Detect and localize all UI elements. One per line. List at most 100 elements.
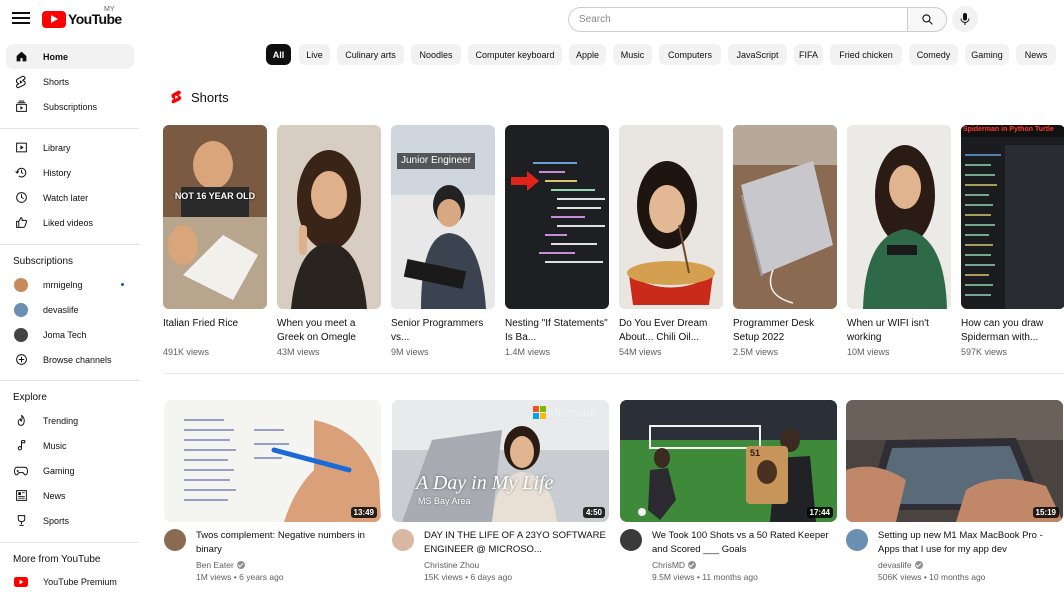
sidebar-item-subscriptions[interactable]: Subscriptions — [6, 94, 134, 119]
channel-avatar[interactable] — [392, 529, 414, 551]
short-views: 2.5M views — [733, 347, 779, 357]
video-card[interactable]: 51 17:44 We Took 100 Shots vs a 50 Rated… — [620, 400, 837, 582]
short-thumbnail[interactable] — [733, 125, 837, 309]
view-count: 15K views — [424, 572, 463, 582]
sidebar-item-library[interactable]: Library — [6, 135, 134, 160]
short-title[interactable]: How can you draw Spiderman with... — [961, 317, 1064, 345]
short-thumbnail[interactable] — [505, 125, 609, 309]
sidebar-item-music[interactable]: Music — [6, 433, 134, 458]
video-title[interactable]: We Took 100 Shots vs a 50 Rated Keeper a… — [652, 529, 837, 557]
short-card[interactable]: NOT 16 YEAR OLD Italian Fried Rice 491K … — [163, 125, 267, 357]
short-title[interactable]: Programmer Desk Setup 2022 — [733, 317, 837, 345]
channel-name[interactable]: devaslife — [878, 560, 912, 570]
sidebar-item-label: YouTube Premium — [43, 576, 117, 587]
video-thumbnail[interactable]: 13:49 — [164, 400, 381, 522]
chip-fried-chicken[interactable]: Fried chicken — [830, 44, 902, 65]
sidebar-item-history[interactable]: History — [6, 160, 134, 185]
sidebar-item-label: Library — [43, 142, 71, 153]
video-thumbnail[interactable]: Microsoft A Day in My Life MS Bay Area 4… — [392, 400, 609, 522]
sidebar-item-gaming[interactable]: Gaming — [6, 458, 134, 483]
trending-icon — [14, 414, 28, 428]
sidebar-divider — [0, 244, 139, 245]
chip-live[interactable]: Live — [299, 44, 330, 65]
short-title[interactable]: When ur WIFI isn't working — [847, 317, 951, 345]
channel-name[interactable]: Ben Eater — [196, 560, 234, 570]
channel-avatar[interactable] — [620, 529, 642, 551]
video-card[interactable]: Microsoft A Day in My Life MS Bay Area 4… — [392, 400, 609, 582]
chip-culinary-arts[interactable]: Culinary arts — [337, 44, 404, 65]
video-title[interactable]: Twos complement: Negative numbers in bin… — [196, 529, 381, 557]
sidebar-item-shorts[interactable]: Shorts — [6, 69, 134, 94]
short-thumbnail[interactable]: NOT 16 YEAR OLD — [163, 125, 267, 309]
sidebar-item-label: Browse channels — [43, 354, 112, 365]
video-title[interactable]: DAY IN THE LIFE OF A 23YO SOFTWARE ENGIN… — [424, 529, 609, 557]
channel-name[interactable]: ChrisMD — [652, 560, 685, 570]
short-title[interactable]: When you meet a Greek on Omegle — [277, 317, 381, 345]
short-thumbnail[interactable]: Spiderman in Python Turtle — [961, 125, 1064, 309]
upload-age: 6 days ago — [470, 572, 513, 582]
channel-avatar[interactable] — [164, 529, 186, 551]
short-card[interactable]: Programmer Desk Setup 2022 2.5M views — [733, 125, 837, 357]
search-input[interactable] — [568, 7, 908, 32]
sidebar-item-watch-later[interactable]: Watch later — [6, 185, 134, 210]
video-card[interactable]: 15:19 Setting up new M1 Max MacBook Pro … — [846, 400, 1063, 582]
chip-news[interactable]: News — [1016, 44, 1056, 65]
short-thumbnail[interactable] — [847, 125, 951, 309]
sidebar-item-label: News — [43, 490, 66, 501]
chip-computers[interactable]: Computers — [659, 44, 721, 65]
sidebar-item-home[interactable]: Home — [6, 44, 134, 69]
sidebar-item-youtube-premium[interactable]: YouTube Premium — [6, 569, 134, 594]
sidebar-channel-devaslife[interactable]: devaslife — [6, 297, 134, 322]
short-views: 10M views — [847, 347, 890, 357]
sidebar-item-label: devaslife — [43, 304, 79, 315]
sidebar-channel-joma-tech[interactable]: Joma Tech — [6, 322, 134, 347]
short-title[interactable]: Senior Programmers vs... — [391, 317, 495, 345]
video-thumbnail[interactable]: 15:19 — [846, 400, 1063, 522]
video-thumbnail[interactable]: 51 17:44 — [620, 400, 837, 522]
chip-apple[interactable]: Apple — [569, 44, 606, 65]
sidebar-item-label: Subscriptions — [43, 101, 98, 112]
chip-computer-keyboard[interactable]: Computer keyboard — [468, 44, 562, 65]
sidebar-item-browse-channels[interactable]: Browse channels — [6, 347, 134, 372]
channel-avatar[interactable] — [846, 529, 868, 551]
short-title[interactable]: Nesting "If Statements" Is Ba... — [505, 317, 609, 345]
sidebar-channel-mrnigelng[interactable]: mrnigelng — [6, 272, 134, 297]
menu-icon[interactable] — [12, 10, 30, 28]
chip-noodles[interactable]: Noodles — [411, 44, 461, 65]
sidebar-item-news[interactable]: News — [6, 483, 134, 508]
browse-channels-icon — [14, 353, 28, 367]
video-duration: 17:44 — [806, 507, 833, 518]
short-title[interactable]: Do You Ever Dream About... Chili Oil... — [619, 317, 723, 345]
chip-all[interactable]: All — [266, 44, 291, 65]
short-title[interactable]: Italian Fried Rice — [163, 317, 267, 345]
youtube-logo[interactable]: YouTube MY — [42, 6, 122, 28]
sidebar-item-label: Trending — [43, 415, 79, 426]
chip-music[interactable]: Music — [613, 44, 652, 65]
short-thumbnail[interactable] — [277, 125, 381, 309]
library-icon — [14, 141, 28, 155]
chip-comedy[interactable]: Comedy — [909, 44, 958, 65]
chip-fifa[interactable]: FIFA — [794, 44, 823, 65]
short-overlay-text: NOT 16 YEAR OLD — [174, 191, 256, 201]
search-button[interactable] — [907, 7, 947, 32]
short-card[interactable]: Junior Engineer Senior Programmers vs...… — [391, 125, 495, 357]
sidebar-item-liked-videos[interactable]: Liked videos — [6, 210, 134, 235]
short-card[interactable]: When you meet a Greek on Omegle 43M view… — [277, 125, 381, 357]
short-card[interactable]: Do You Ever Dream About... Chili Oil... … — [619, 125, 723, 357]
short-overlay-text: Spiderman in Python Turtle — [963, 126, 1054, 133]
video-title[interactable]: Setting up new M1 Max MacBook Pro - Apps… — [878, 529, 1063, 557]
short-card[interactable]: Nesting "If Statements" Is Ba... 1.4M vi… — [505, 125, 609, 357]
voice-search-button[interactable] — [952, 6, 978, 32]
short-card[interactable]: When ur WIFI isn't working 10M views — [847, 125, 951, 357]
sidebar-divider — [0, 128, 139, 129]
short-thumbnail[interactable]: Junior Engineer — [391, 125, 495, 309]
short-card[interactable]: Spiderman in Python Turtle How can you d… — [961, 125, 1064, 357]
video-card[interactable]: 13:49 Twos complement: Negative numbers … — [164, 400, 381, 582]
sidebar-item-sports[interactable]: Sports — [6, 508, 134, 533]
channel-name[interactable]: Christine Zhou — [424, 560, 479, 570]
sidebar-item-trending[interactable]: Trending — [6, 408, 134, 433]
chip-javascript[interactable]: JavaScript — [728, 44, 787, 65]
short-thumbnail[interactable] — [619, 125, 723, 309]
chip-gaming[interactable]: Gaming — [965, 44, 1009, 65]
sidebar-item-label: Gaming — [43, 465, 75, 476]
